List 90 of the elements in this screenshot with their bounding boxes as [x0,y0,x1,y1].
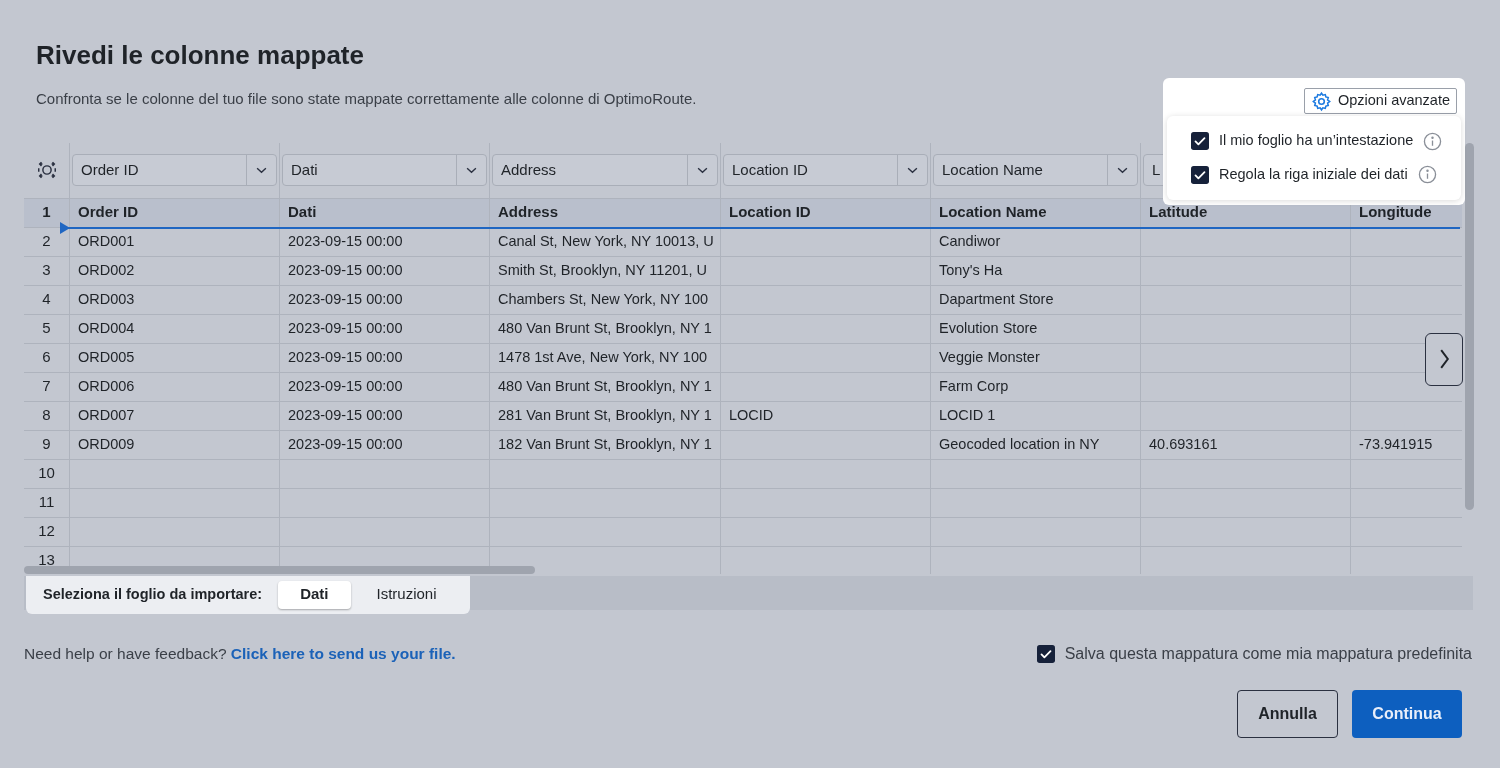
checkbox[interactable] [1191,132,1209,151]
option-label: Regola la riga iniziale dei dati [1219,165,1408,184]
table-cell-text: 1478 1st Ave, New York, NY 100 [498,347,708,367]
column-header: Longitude [1359,202,1432,223]
table-cell-text: ORD001 [78,231,135,251]
row-number: 12 [38,521,55,542]
table-cell-text: ORD004 [78,318,135,338]
next-button[interactable] [1425,332,1463,386]
horizontal-scrollbar[interactable] [24,565,535,574]
send-file-link[interactable]: Click here to send us your file. [230,644,456,662]
row-number: 6 [42,347,51,368]
table-cell-text: ORD002 [78,260,135,280]
row-number: 4 [42,289,51,310]
row-number: 3 [42,260,51,281]
table-cell-text: 2023-09-15 00:00 [288,289,403,309]
checkbox[interactable] [1036,644,1055,663]
info-icon[interactable] [1417,165,1437,185]
table-cell-text: LOCID [729,405,774,425]
row-number: 9 [42,434,51,455]
dialog-title: Rivedi le colonne mappate [36,39,364,72]
dialog-subtitle: Confronta se le colonne del tuo file sono state mappate correttamente alle colonne di OptimoRoute. [36,89,697,109]
row-number: 10 [38,463,55,484]
row-number: 2 [42,231,51,252]
settings-icon[interactable] [35,159,58,181]
row-number: 8 [42,405,51,426]
table-cell-text: Evolution Store [939,318,1038,338]
table-cell-text: 480 Van Brunt St, Brooklyn, NY 1 [498,376,712,396]
table-cell-text: ORD006 [78,376,135,396]
table-cell-text: 2023-09-15 00:00 [288,318,403,338]
table-cell-text: Smith St, Brooklyn, NY 11201, U [498,260,707,280]
table-cell-text: Dapartment Store [939,289,1054,309]
row-number: 5 [42,318,51,339]
chevron-down-icon [697,166,708,174]
cancel-button[interactable]: Annulla [1237,689,1338,738]
column-dropdown[interactable]: Order ID [72,154,277,186]
table-cell-text: ORD009 [78,434,135,454]
chevron-down-icon [907,166,918,174]
settings-icon [1310,90,1332,112]
info-icon[interactable] [1423,131,1443,151]
table-cell-text: Chambers St, New York, NY 100 [498,289,709,309]
option-label: Il mio foglio ha un’intestazione [1219,131,1414,151]
sheet-tab[interactable]: Dati [278,580,351,609]
column-header: Order ID [78,202,138,223]
table-cell-text: 281 Van Brunt St, Brooklyn, NY 1 [498,405,712,425]
row-number: 13 [38,550,55,571]
table-cell-text: Geocoded location in NY [939,434,1100,454]
table-cell-text: Tony's Ha [939,260,1003,280]
table-cell-text: 2023-09-15 00:00 [288,260,403,280]
row-number: 7 [42,376,51,397]
checkbox[interactable] [1191,165,1209,184]
table-cell-text: LOCID 1 [939,405,996,425]
checkbox-label: Salva questa mappatura come mia mappatura predefinita [1064,643,1472,664]
chevron-down-icon [1117,166,1128,174]
advanced-options-button[interactable]: Opzioni avanzate [1303,88,1457,114]
chevron-down-icon [466,166,477,174]
column-dropdown[interactable]: Location ID [723,154,928,186]
column-dropdown[interactable]: Dati [282,154,487,186]
table-cell-text: -73.941915 [1359,434,1433,454]
table-cell-text: ORD005 [78,347,135,367]
table-cell-text: Veggie Monster [939,347,1040,367]
start-row-marker[interactable] [60,221,1460,234]
table-cell-text: 2023-09-15 00:00 [288,405,403,425]
continue-button[interactable]: Continua [1352,689,1462,738]
table-cell-text: Candiwor [939,231,1001,251]
table-cell-text: 182 Van Brunt St, Brooklyn, NY 1 [498,434,712,454]
table-cell-text: 2023-09-15 00:00 [288,434,403,454]
help-text: Need help or have feedback? Click here to send us your file. [24,643,456,664]
table-cell-text: Canal St, New York, NY 10013, U [498,231,714,251]
column-header: Address [498,202,559,223]
table-cell-text: 2023-09-15 00:00 [288,231,403,251]
table-cell-text: 2023-09-15 00:00 [288,347,403,367]
vertical-scrollbar[interactable] [1465,142,1474,510]
column-dropdown[interactable]: Address [492,154,718,186]
chevron-down-icon [256,166,267,174]
chevron-right-icon [1438,348,1450,370]
sheet-tab[interactable]: Istruzioni [354,580,459,609]
column-header: Location Name [939,202,1047,223]
table-cell-text: 480 Van Brunt St, Brooklyn, NY 1 [498,318,712,338]
table-cell-text: 40.693161 [1149,434,1218,454]
sheet-selector-label: Seleziona il foglio da importare: [43,584,263,604]
table-cell-text: ORD003 [78,289,135,309]
table-cell-text: 2023-09-15 00:00 [288,376,403,396]
column-dropdown[interactable]: Location Name [933,154,1138,186]
row-number: 1 [42,202,51,223]
column-header: Location ID [729,202,811,223]
row-number: 11 [38,492,55,513]
column-header: Latitude [1149,202,1208,223]
table-cell-text: ORD007 [78,405,135,425]
column-header: Dati [288,202,317,223]
table-cell-text: Farm Corp [939,376,1009,396]
